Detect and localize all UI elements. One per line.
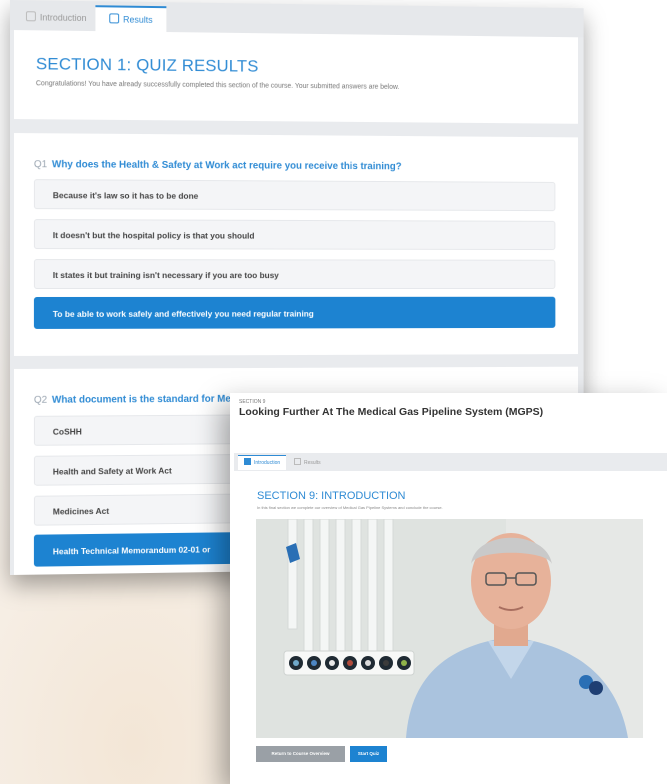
checkbox-icon — [109, 13, 119, 23]
section-eyebrow: SECTION 9 — [239, 399, 265, 405]
section-intro-screenshot: SECTION 9 Looking Further At The Medical… — [230, 393, 667, 784]
document-icon — [26, 11, 36, 21]
video-presenter-icon — [256, 519, 643, 738]
question-1-title: Q1 Why does the Health & Safety at Work … — [34, 159, 402, 172]
page-title: SECTION 9: INTRODUCTION — [257, 490, 406, 502]
document-icon — [244, 458, 251, 465]
answer-option[interactable]: It doesn't but the hospital policy is th… — [34, 219, 555, 250]
start-quiz-button[interactable]: Start Quiz — [350, 746, 387, 762]
answer-option[interactable]: Because it's law so it has to be done — [34, 179, 555, 211]
question-1-panel: Q1 Why does the Health & Safety at Work … — [14, 133, 578, 356]
tab-bar: Introduction Results — [234, 453, 667, 471]
page-subtitle: In this final section we complete our ov… — [257, 505, 443, 510]
question-number: Q2 — [34, 395, 47, 406]
tab-introduction[interactable]: Introduction — [16, 4, 96, 31]
video-player[interactable] — [256, 519, 643, 738]
answer-option[interactable]: It states it but training isn't necessar… — [34, 259, 555, 289]
section-title: Looking Further At The Medical Gas Pipel… — [239, 406, 543, 418]
tab-results[interactable]: Results — [95, 5, 166, 32]
return-to-overview-button[interactable]: Return to Course Overview — [256, 746, 345, 762]
page-subtitle: Congratulations! You have already succes… — [36, 80, 399, 91]
question-text: Why does the Health & Safety at Work act… — [52, 159, 402, 172]
answer-option-selected[interactable]: To be able to work safely and effectivel… — [34, 297, 555, 329]
tab-results[interactable]: Results — [288, 455, 327, 471]
page-title: SECTION 1: QUIZ RESULTS — [36, 54, 259, 76]
results-header-panel: SECTION 1: QUIZ RESULTS Congratulations!… — [14, 30, 578, 124]
checkbox-icon — [294, 458, 301, 465]
tab-introduction[interactable]: Introduction — [238, 455, 286, 470]
question-number: Q1 — [34, 159, 47, 170]
